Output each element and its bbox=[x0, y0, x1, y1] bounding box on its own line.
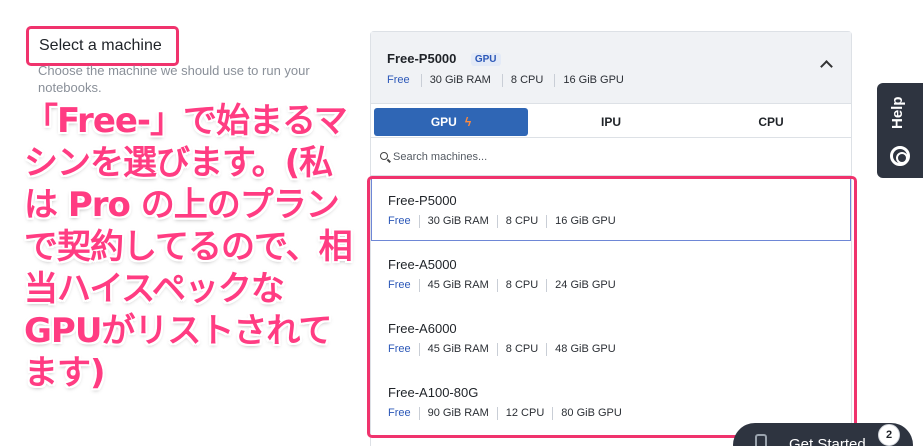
search-icon bbox=[380, 152, 388, 160]
selected-machine-name: Free-P5000 bbox=[387, 51, 457, 66]
selected-machine-header[interactable]: Free-P5000 GPU Free 30 GiB RAM 8 CPU 16 … bbox=[371, 32, 851, 104]
cpu-spec: 8 CPU bbox=[496, 215, 546, 228]
machine-name: Free-A100-80G bbox=[388, 385, 479, 400]
machine-specs: Free 90 GiB RAM 12 CPU 80 GiB GPU bbox=[388, 407, 851, 420]
machine-name: Free-A5000 bbox=[388, 257, 457, 272]
cpu-spec: 8 CPU bbox=[496, 279, 546, 292]
search-input[interactable] bbox=[393, 144, 833, 170]
machine-specs: Free 30 GiB RAM 8 CPU 16 GiB GPU bbox=[388, 215, 851, 228]
bolt-icon: ϟ bbox=[464, 115, 472, 129]
cpu-spec: 8 CPU bbox=[501, 74, 551, 87]
section-title: Select a machine bbox=[26, 26, 179, 66]
section-description: Choose the machine we should use to run … bbox=[38, 63, 310, 95]
annotation-callout: 「Free-」で始まるマシンを選びます。(私は Pro の上のプランで契約してる… bbox=[24, 101, 353, 393]
get-started-label: Get Started bbox=[789, 436, 866, 446]
lifebuoy-icon bbox=[890, 146, 910, 166]
help-button[interactable]: Help bbox=[877, 83, 923, 178]
checklist-icon bbox=[755, 434, 767, 446]
machine-specs: Free 45 GiB RAM 8 CPU 48 GiB GPU bbox=[388, 343, 851, 356]
ram-spec: 45 GiB RAM bbox=[418, 279, 497, 292]
tier-label: Free bbox=[388, 279, 411, 291]
search-bar bbox=[371, 138, 851, 176]
ram-spec: 30 GiB RAM bbox=[420, 74, 499, 87]
tab-cpu[interactable]: CPU bbox=[694, 108, 848, 136]
selected-machine-specs: Free 30 GiB RAM 8 CPU 16 GiB GPU bbox=[387, 74, 851, 87]
tab-gpu[interactable]: GPU ϟ bbox=[374, 108, 528, 136]
gpu-spec: 16 GiB GPU bbox=[554, 74, 632, 87]
machine-item[interactable]: Free-A5000 Free 45 GiB RAM 8 CPU 24 GiB GPU bbox=[371, 241, 851, 305]
machine-item[interactable]: Free-A6000 Free 45 GiB RAM 8 CPU 48 GiB GPU bbox=[371, 305, 851, 369]
gpu-spec: 80 GiB GPU bbox=[552, 407, 630, 420]
tier-label: Free bbox=[387, 74, 410, 86]
help-label: Help bbox=[889, 96, 906, 130]
machine-list: Free-P5000 Free 30 GiB RAM 8 CPU 16 GiB GPU… bbox=[371, 177, 851, 433]
notification-count-badge: 2 bbox=[878, 424, 900, 446]
ram-spec: 90 GiB RAM bbox=[418, 407, 497, 420]
tier-label: Free bbox=[388, 407, 411, 419]
machine-selector-panel: Free-P5000 GPU Free 30 GiB RAM 8 CPU 16 … bbox=[370, 31, 852, 446]
tier-label: Free bbox=[388, 215, 411, 227]
gpu-badge: GPU bbox=[470, 53, 501, 66]
tier-label: Free bbox=[388, 343, 411, 355]
machine-name: Free-P5000 bbox=[388, 193, 457, 208]
cpu-spec: 12 CPU bbox=[496, 407, 553, 420]
tab-gpu-label: GPU bbox=[430, 115, 457, 129]
ram-spec: 30 GiB RAM bbox=[418, 215, 497, 228]
chevron-up-icon[interactable] bbox=[820, 60, 833, 73]
gpu-spec: 48 GiB GPU bbox=[546, 343, 624, 356]
gpu-spec: 24 GiB GPU bbox=[546, 279, 624, 292]
cpu-spec: 8 CPU bbox=[496, 343, 546, 356]
tab-ipu[interactable]: IPU bbox=[534, 108, 688, 136]
gpu-spec: 16 GiB GPU bbox=[546, 215, 624, 228]
machine-specs: Free 45 GiB RAM 8 CPU 24 GiB GPU bbox=[388, 279, 851, 292]
machine-item[interactable]: Free-P5000 Free 30 GiB RAM 8 CPU 16 GiB GPU bbox=[371, 177, 851, 241]
ram-spec: 45 GiB RAM bbox=[418, 343, 497, 356]
machine-type-tabs: GPU ϟ IPU CPU bbox=[371, 104, 851, 138]
machine-name: Free-A6000 bbox=[388, 321, 457, 336]
